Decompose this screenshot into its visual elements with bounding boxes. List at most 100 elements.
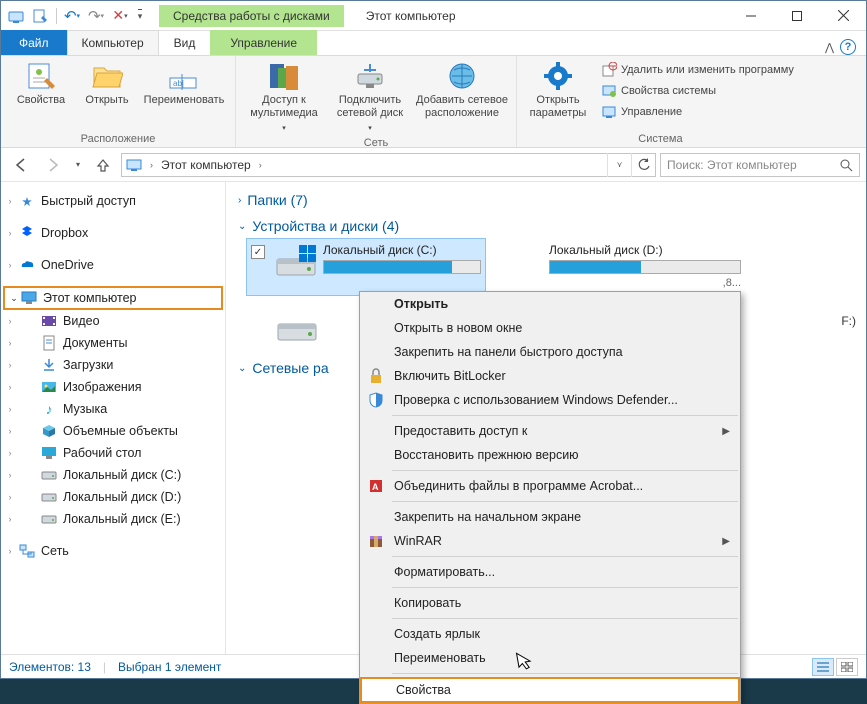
properties-qat-icon[interactable]: [29, 5, 51, 27]
ctx-bitlocker[interactable]: Включить BitLocker: [360, 364, 740, 388]
manage-tab[interactable]: Управление: [210, 30, 317, 55]
ctx-pin-quick-access[interactable]: Закрепить на панели быстрого доступа: [360, 340, 740, 364]
drive-c[interactable]: ✓ Локальный диск (C:): [246, 238, 486, 296]
close-button[interactable]: [820, 1, 866, 31]
open-button[interactable]: Открыть: [79, 58, 135, 107]
expand-icon[interactable]: ›: [5, 260, 15, 270]
drives-group-header[interactable]: ⌄Устройства и диски (4): [232, 212, 866, 238]
refresh-icon[interactable]: [631, 153, 655, 177]
expand-icon[interactable]: ›: [5, 470, 15, 480]
ribbon: Свойства Открыть ab| Переименовать Распо…: [1, 56, 866, 148]
folders-group-header[interactable]: ›Папки (7): [232, 186, 866, 212]
drive-checkbox[interactable]: ✓: [251, 245, 265, 259]
back-button[interactable]: [7, 152, 35, 178]
up-button[interactable]: [89, 152, 117, 178]
nav-pictures[interactable]: ›Изображения: [1, 376, 225, 398]
address-bar[interactable]: › Этот компьютер › ⋎: [121, 153, 656, 177]
drive-icon: [41, 467, 57, 483]
nav-desktop[interactable]: ›Рабочий стол: [1, 442, 225, 464]
nav-documents[interactable]: ›Документы: [1, 332, 225, 354]
uninstall-icon: [601, 62, 617, 78]
drive-d-free: ,8...: [549, 276, 741, 291]
properties-button[interactable]: Свойства: [7, 58, 75, 107]
add-network-location-button[interactable]: Добавить сетевое расположение: [414, 58, 510, 120]
ribbon-collapse-icon[interactable]: ⋀: [825, 41, 834, 54]
winrar-icon: [368, 533, 384, 549]
ctx-copy[interactable]: Копировать: [360, 591, 740, 615]
collapse-icon[interactable]: ⌄: [9, 293, 19, 304]
address-dropdown-icon[interactable]: ⋎: [607, 153, 631, 177]
media-access-button[interactable]: Доступ к мультимедиа▾: [242, 58, 326, 135]
ctx-pin-start[interactable]: Закрепить на начальном экране: [360, 505, 740, 529]
nav-3d-objects[interactable]: ›Объемные объекты: [1, 420, 225, 442]
ctx-acrobat[interactable]: AОбъединить файлы в программе Acrobat...: [360, 474, 740, 498]
system-properties-button[interactable]: Свойства системы: [597, 81, 798, 101]
chevron-down-icon: ⌄: [238, 221, 246, 232]
expand-icon[interactable]: ›: [5, 492, 15, 502]
expand-icon[interactable]: ›: [5, 360, 15, 370]
search-input[interactable]: Поиск: Этот компьютер: [660, 153, 860, 177]
app-icon[interactable]: [5, 5, 27, 27]
expand-icon[interactable]: ›: [5, 196, 15, 206]
nav-dropbox[interactable]: ›Dropbox: [1, 222, 225, 244]
nav-this-pc[interactable]: ⌄Этот компьютер: [3, 286, 223, 310]
manage-button[interactable]: Управление: [597, 102, 798, 122]
help-icon[interactable]: ?: [840, 39, 856, 55]
ctx-open-new-window[interactable]: Открыть в новом окне: [360, 316, 740, 340]
redo-icon[interactable]: ↷▾: [85, 5, 107, 27]
ctx-properties[interactable]: Свойства: [360, 677, 740, 703]
view-tab[interactable]: Вид: [159, 30, 211, 55]
ctx-restore-previous[interactable]: Восстановить прежнюю версию: [360, 443, 740, 467]
drive-d[interactable]: Локальный диск (D:) ,8...: [526, 238, 746, 296]
quick-access-toolbar: ↶▾ ↷▾ ✕▾ ▾: [1, 5, 147, 27]
details-view-button[interactable]: [812, 658, 834, 676]
chevron-down-icon: ⌄: [238, 363, 246, 374]
nav-onedrive[interactable]: ›OneDrive: [1, 254, 225, 276]
expand-icon[interactable]: ›: [5, 546, 15, 556]
nav-downloads[interactable]: ›Загрузки: [1, 354, 225, 376]
recent-locations-button[interactable]: ▾: [71, 152, 85, 178]
minimize-button[interactable]: [728, 1, 774, 31]
tiles-view-button[interactable]: [836, 658, 858, 676]
delete-qat-icon[interactable]: ✕▾: [109, 5, 131, 27]
expand-icon[interactable]: ›: [5, 514, 15, 524]
path-separator-icon[interactable]: ›: [255, 160, 266, 170]
expand-icon[interactable]: ›: [5, 426, 15, 436]
ctx-winrar[interactable]: WinRAR▶: [360, 529, 740, 553]
expand-icon[interactable]: ›: [5, 338, 15, 348]
nav-disk-c[interactable]: ›Локальный диск (C:): [1, 464, 225, 486]
nav-videos[interactable]: ›Видео: [1, 310, 225, 332]
ctx-create-shortcut[interactable]: Создать ярлык: [360, 622, 740, 646]
ctx-open[interactable]: Открыть: [360, 292, 740, 316]
nav-quick-access[interactable]: ›★Быстрый доступ: [1, 190, 225, 212]
nav-disk-e[interactable]: ›Локальный диск (E:): [1, 508, 225, 530]
search-placeholder: Поиск: Этот компьютер: [667, 158, 797, 172]
undo-icon[interactable]: ↶▾: [61, 5, 83, 27]
breadcrumb-this-pc[interactable]: Этот компьютер: [157, 154, 255, 176]
ctx-share[interactable]: Предоставить доступ к▶: [360, 419, 740, 443]
computer-tab[interactable]: Компьютер: [67, 30, 159, 55]
ctx-format[interactable]: Форматировать...: [360, 560, 740, 584]
submenu-arrow-icon: ▶: [722, 426, 730, 437]
maximize-button[interactable]: [774, 1, 820, 31]
map-drive-button[interactable]: Подключить сетевой диск▾: [330, 58, 410, 135]
forward-button[interactable]: [39, 152, 67, 178]
drive-icon-generic[interactable]: [274, 314, 320, 348]
nav-network[interactable]: ›Сеть: [1, 540, 225, 562]
nav-disk-d[interactable]: ›Локальный диск (D:): [1, 486, 225, 508]
rename-button[interactable]: ab| Переименовать: [139, 58, 229, 107]
file-tab[interactable]: Файл: [1, 30, 67, 55]
svg-text:A: A: [372, 482, 379, 492]
open-settings-button[interactable]: Открыть параметры: [523, 58, 593, 120]
ctx-rename[interactable]: Переименовать: [360, 646, 740, 670]
qat-customize-icon[interactable]: ▾: [133, 5, 147, 27]
uninstall-button[interactable]: Удалить или изменить программу: [597, 60, 798, 80]
expand-icon[interactable]: ›: [5, 382, 15, 392]
ctx-defender[interactable]: Проверка с использованием Windows Defend…: [360, 388, 740, 412]
expand-icon[interactable]: ›: [5, 316, 15, 326]
nav-music[interactable]: ›♪Музыка: [1, 398, 225, 420]
path-separator-icon[interactable]: ›: [146, 160, 157, 170]
expand-icon[interactable]: ›: [5, 448, 15, 458]
expand-icon[interactable]: ›: [5, 228, 15, 238]
expand-icon[interactable]: ›: [5, 404, 15, 414]
